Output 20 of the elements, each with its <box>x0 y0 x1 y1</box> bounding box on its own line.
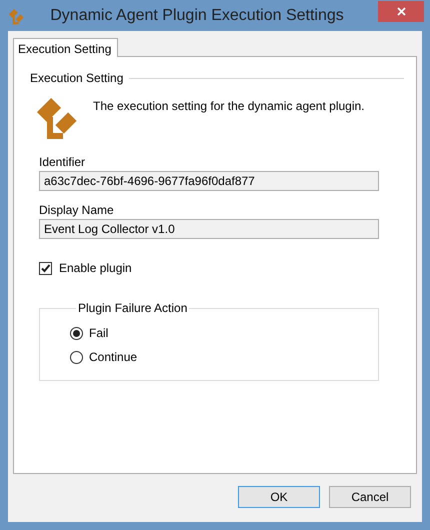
input-field[interactable]: Event Log Collector v1.0 <box>39 219 379 239</box>
close-button[interactable] <box>378 0 424 22</box>
radio-button[interactable] <box>70 350 83 364</box>
checkbox[interactable] <box>39 262 52 274</box>
window-title: Dynamic Agent Plugin Execution Settings <box>49 6 345 24</box>
radio-label: Fail <box>89 326 108 340</box>
radio-label: Continue <box>89 350 138 364</box>
field-label: Identifier <box>39 155 86 169</box>
section-title: Execution Setting <box>30 71 124 85</box>
app-icon <box>8 6 26 24</box>
input-field[interactable]: a63c7dec-76bf-4696-9677fa96f0daf877 <box>39 171 379 191</box>
ok-button[interactable]: OK <box>238 486 320 508</box>
radio-button[interactable] <box>70 326 83 340</box>
checkbox-label: Enable plugin <box>59 261 132 275</box>
cancel-button[interactable]: Cancel <box>329 486 411 508</box>
group-title: Plugin Failure Action <box>77 301 188 315</box>
tab[interactable]: Execution Setting <box>13 38 118 57</box>
field-label: Display Name <box>39 203 115 217</box>
close-icon <box>396 6 406 16</box>
description: The execution setting for the dynamic agent plugin. <box>93 98 364 115</box>
